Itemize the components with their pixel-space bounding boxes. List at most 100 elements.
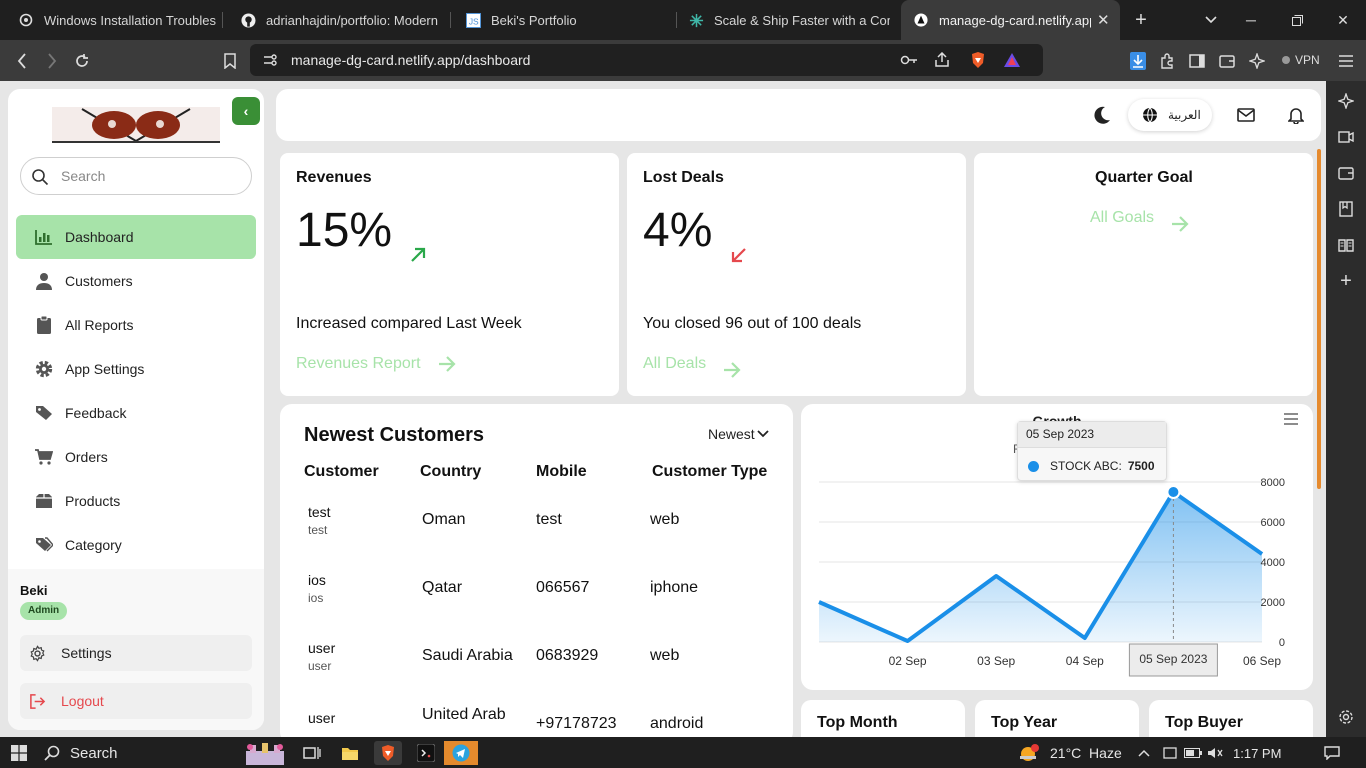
mail-icon[interactable] (1235, 104, 1257, 126)
windows-start-icon[interactable] (8, 741, 30, 765)
sidebar-item-orders[interactable]: Orders (16, 435, 256, 479)
collapse-sidebar-button[interactable]: ‹ (232, 97, 260, 125)
reading-list-icon[interactable] (1334, 233, 1358, 257)
vpn-button[interactable]: VPN (1276, 48, 1326, 72)
company-logo (52, 103, 220, 145)
revenues-report-link[interactable]: Revenues Report (296, 355, 457, 373)
customer-type: android (650, 715, 704, 732)
browser-tab-bar: Windows Installation Troubleshoo adrianh… (0, 0, 1366, 40)
wallet-icon[interactable] (1216, 50, 1238, 72)
share-icon[interactable] (934, 51, 950, 73)
forward-arrow-icon[interactable] (39, 48, 65, 74)
leo-ai-icon[interactable] (1246, 50, 1268, 72)
brave-taskbar-icon[interactable] (374, 741, 402, 765)
x-tick-label: 04 Sep (1066, 654, 1104, 668)
site-info-icon[interactable] (262, 52, 278, 73)
search-box[interactable] (20, 157, 252, 195)
sidebar-item-products[interactable]: Products (16, 479, 256, 523)
chart-menu-icon[interactable] (1283, 412, 1303, 430)
all-deals-link[interactable]: All Deals (643, 349, 742, 379)
x-tick-label: 05 Sep 2023 (1139, 652, 1207, 666)
bookmark-icon[interactable] (217, 48, 243, 74)
notification-bell-icon[interactable] (1285, 104, 1307, 126)
task-view-icon[interactable] (300, 741, 324, 765)
video-icon[interactable] (1334, 125, 1358, 149)
download-icon[interactable] (1127, 50, 1149, 72)
brave-shield-icon[interactable] (970, 51, 986, 74)
new-tab-button[interactable]: + (1118, 0, 1164, 40)
logout-icon (28, 692, 46, 710)
sidebar-item-dashboard[interactable]: Dashboard (16, 215, 256, 259)
globe-icon (1142, 107, 1158, 123)
sidebar-item-customers[interactable]: Customers (16, 259, 256, 303)
browser-tab[interactable]: adrianhajdin/portfolio: Modern & (230, 0, 442, 40)
close-window-button[interactable]: ✕ (1320, 0, 1366, 40)
sidebar-item-all-reports[interactable]: All Reports (16, 303, 256, 347)
notification-center-icon[interactable] (1322, 741, 1342, 765)
dark-mode-moon-icon[interactable] (1091, 104, 1113, 126)
wallet-icon[interactable] (1334, 161, 1358, 185)
add-icon[interactable]: + (1334, 269, 1358, 293)
tag-icon (34, 403, 54, 423)
search-input[interactable] (61, 166, 241, 186)
browser-tab-active[interactable]: manage-dg-card.netlify.app/ ✕ (901, 0, 1120, 40)
reload-icon[interactable] (69, 48, 95, 74)
logout-button[interactable]: Logout (20, 683, 252, 719)
quarter-goal-card: Quarter Goal All Goals (974, 153, 1313, 396)
windows-taskbar: Search 21°C Haze 1:17 PM (0, 737, 1366, 768)
browser-tab[interactable]: Windows Installation Troubleshoo (8, 0, 216, 40)
card-title: Top Year (991, 714, 1058, 731)
windows-icon (18, 12, 34, 28)
battery-icon[interactable] (1184, 741, 1202, 765)
lost-deals-value: 4% (643, 204, 713, 257)
address-bar[interactable]: manage-dg-card.netlify.app/dashboard (250, 44, 1043, 76)
sidebar-item-feedback[interactable]: Feedback (16, 391, 256, 435)
growth-chart-card: 0 2000 4000 6000 8000 02 Sep 03 Sep 04 Sep 05 S… (801, 404, 1313, 690)
weather-widget[interactable]: 21°C Haze (1018, 741, 1122, 765)
back-arrow-icon[interactable] (9, 48, 35, 74)
restore-button[interactable] (1274, 0, 1320, 40)
portfolio-icon: JS (465, 12, 481, 28)
volume-muted-icon[interactable] (1206, 741, 1224, 765)
chevron-up-icon[interactable] (1136, 741, 1152, 765)
link-label: All Goals (1090, 209, 1155, 226)
rewards-icon[interactable] (1003, 52, 1021, 73)
gear-icon[interactable] (1334, 705, 1358, 729)
data-point[interactable] (1166, 485, 1181, 499)
page-scrollbar[interactable] (1317, 149, 1321, 489)
close-tab-icon[interactable]: ✕ (1097, 11, 1110, 29)
sort-dropdown[interactable]: Newest (708, 426, 769, 442)
arrow-right-icon (722, 361, 742, 379)
column-header: Customer (304, 463, 379, 480)
bookmarks-icon[interactable] (1334, 197, 1358, 221)
chevron-left-icon: ‹ (243, 103, 249, 119)
all-goals-link[interactable]: All Goals (1090, 203, 1190, 233)
sidebar-item-app-settings[interactable]: App Settings (16, 347, 256, 391)
minimize-button[interactable]: ─ (1228, 0, 1274, 40)
y-tick-label: 0 (1279, 637, 1285, 649)
sidebar-item-category[interactable]: Category (16, 523, 256, 567)
language-switch-button[interactable]: العربية (1128, 99, 1212, 131)
y-tick-label: 6000 (1261, 517, 1285, 529)
customer-country: Qatar (422, 579, 463, 596)
browser-tab[interactable]: Scale & Ship Faster with a Compo (678, 0, 890, 40)
settings-button[interactable]: Settings (20, 635, 252, 671)
extensions-icon[interactable] (1156, 50, 1178, 72)
clipboard-icon (34, 315, 54, 335)
settings-label: Settings (61, 645, 112, 661)
telegram-icon[interactable] (444, 741, 478, 765)
customer-sub: user (308, 659, 332, 673)
series-area (819, 492, 1262, 642)
key-icon[interactable] (900, 52, 918, 73)
clock[interactable]: 1:17 PM (1233, 741, 1281, 765)
browser-tab[interactable]: JS Beki's Portfolio (455, 0, 670, 40)
widget-castle-icon[interactable] (242, 741, 288, 765)
user-panel: Beki Admin Settings Logout (8, 569, 264, 730)
leo-ai-icon[interactable] (1334, 89, 1358, 113)
menu-icon[interactable] (1335, 50, 1357, 72)
language-bar-icon[interactable] (1162, 741, 1178, 765)
terminal-app-icon[interactable] (412, 741, 440, 765)
taskbar-search[interactable]: Search (44, 741, 118, 765)
file-explorer-icon[interactable] (338, 741, 362, 765)
sidebar-toggle-icon[interactable] (1186, 50, 1208, 72)
